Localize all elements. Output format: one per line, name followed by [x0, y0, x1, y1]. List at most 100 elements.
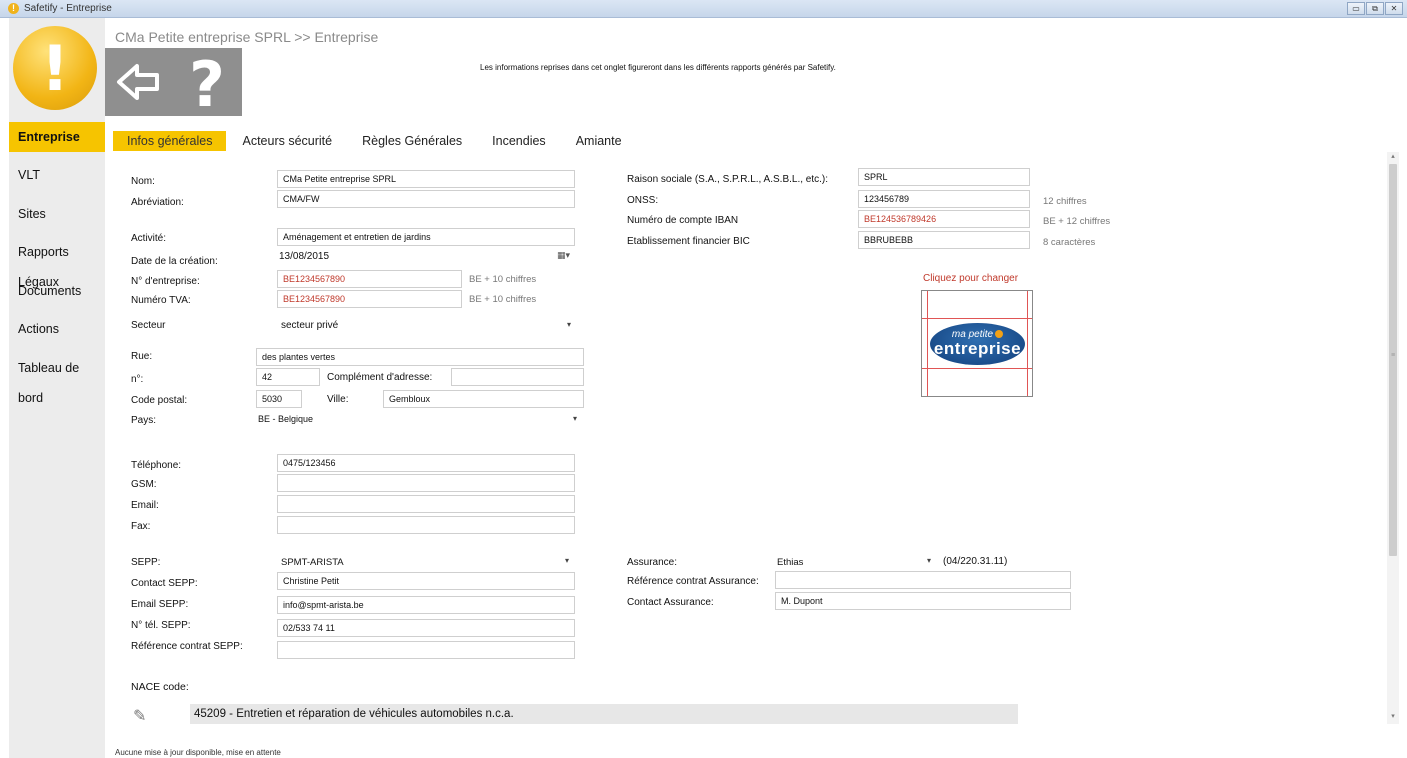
nom-label: Nom: [131, 176, 155, 187]
safetify-logo: ! [13, 26, 97, 110]
scroll-down-icon[interactable]: ▾ [1387, 712, 1399, 720]
activite-field[interactable]: Aménagement et entretien de jardins [277, 228, 575, 246]
num-tva-field[interactable]: BE1234567890 [277, 290, 462, 308]
onss-field[interactable]: 123456789 [858, 190, 1030, 208]
logo-text-line2: entreprise [933, 339, 1022, 358]
restore-button[interactable]: ⧉ [1366, 2, 1384, 15]
infos-generales-form: Nom: CMa Petite entreprise SPRL Abréviat… [105, 152, 1385, 748]
tab-incendies[interactable]: Incendies [478, 131, 560, 151]
iban-label: Numéro de compte IBAN [627, 215, 739, 226]
sidebar-item-actions[interactable]: Actions [9, 314, 105, 353]
ref-sepp-field[interactable] [277, 641, 575, 659]
window-title: Safetify - Entreprise [24, 3, 112, 14]
scrollbar-grip-icon: ≡ [1390, 352, 1396, 359]
tel-sepp-field[interactable]: 02/533 74 11 [277, 619, 575, 637]
change-logo-link[interactable]: Cliquez pour changer [923, 273, 1018, 284]
numero-field[interactable]: 42 [256, 368, 320, 386]
num-entreprise-hint: BE + 10 chiffres [469, 274, 537, 285]
complement-label: Complément d'adresse: [327, 372, 433, 383]
sidebar-item-sites[interactable]: Sites [9, 199, 105, 238]
bic-field[interactable]: BBRUBEBB [858, 231, 1030, 249]
crop-guide-line [922, 368, 1032, 369]
contact-sepp-label: Contact SEPP: [131, 578, 198, 589]
crop-guide-line [1027, 291, 1028, 396]
email-sepp-field[interactable]: info@spmt-arista.be [277, 596, 575, 614]
assurance-dropdown-icon[interactable]: ▾ [927, 556, 931, 565]
svg-text:?: ? [189, 48, 225, 116]
secteur-dropdown-icon[interactable]: ▾ [567, 320, 571, 329]
iban-field[interactable]: BE124536789426 [858, 210, 1030, 228]
telephone-label: Téléphone: [131, 460, 182, 471]
back-arrow-icon [117, 64, 159, 100]
bic-label: Etablissement financier BIC [627, 236, 750, 247]
abreviation-label: Abréviation: [131, 197, 184, 208]
onss-hint: 12 chiffres [1043, 196, 1087, 207]
email-label: Email: [131, 500, 159, 511]
close-button[interactable]: ✕ [1385, 2, 1403, 15]
code-postal-field[interactable]: 5030 [256, 390, 302, 408]
sidebar-nav: Entreprise VLT Sites Rapports Légaux Doc… [9, 122, 105, 405]
email-sepp-label: Email SEPP: [131, 599, 189, 610]
sidebar-item-entreprise[interactable]: Entreprise [9, 122, 105, 152]
ref-assurance-field[interactable] [775, 571, 1071, 589]
calendar-icon[interactable]: ▦▾ [557, 250, 570, 261]
sepp-select[interactable]: SPMT-ARISTA [281, 557, 344, 568]
help-question-icon: ? [189, 48, 225, 116]
back-button[interactable] [105, 48, 175, 116]
sepp-label: SEPP: [131, 557, 161, 568]
logo-image: ma petite entreprise [930, 323, 1025, 365]
pays-select[interactable]: BE - Belgique [258, 414, 313, 424]
scrollbar-thumb[interactable] [1389, 164, 1397, 556]
assurance-label: Assurance: [627, 557, 678, 568]
code-postal-label: Code postal: [131, 395, 188, 406]
sidebar-item-vlt[interactable]: VLT [9, 160, 105, 199]
rue-field[interactable]: des plantes vertes [256, 348, 584, 366]
vertical-scrollbar[interactable]: ▴ ≡ ▾ [1387, 152, 1399, 724]
contact-sepp-field[interactable]: Christine Petit [277, 572, 575, 590]
num-entreprise-label: N° d'entreprise: [131, 276, 200, 287]
tab-amiante[interactable]: Amiante [562, 131, 636, 151]
minimize-button[interactable]: ▭ [1347, 2, 1365, 15]
ville-field[interactable]: Gembloux [383, 390, 584, 408]
contact-assurance-field[interactable]: M. Dupont [775, 592, 1071, 610]
nace-code-value[interactable]: 45209 - Entretien et réparation de véhic… [190, 704, 1018, 724]
telephone-field[interactable]: 0475/123456 [277, 454, 575, 472]
nace-label: NACE code: [131, 681, 189, 693]
status-bar: Aucune mise à jour disponible, mise en a… [115, 748, 281, 757]
ville-label: Ville: [327, 394, 349, 405]
sidebar-item-tableau-de-bord[interactable]: Tableau de bord [9, 353, 105, 405]
raison-sociale-field[interactable]: SPRL [858, 168, 1030, 186]
edit-pencil-icon[interactable]: ✎ [133, 706, 146, 726]
assurance-select[interactable]: Ethias [777, 557, 803, 568]
raison-sociale-label: Raison sociale (S.A., S.P.R.L., A.S.B.L.… [627, 174, 829, 185]
tab-regles-generales[interactable]: Règles Générales [348, 131, 476, 151]
abreviation-field[interactable]: CMA/FW [277, 190, 575, 208]
onss-label: ONSS: [627, 195, 659, 206]
ref-sepp-label: Référence contrat SEPP: [131, 641, 243, 652]
gsm-field[interactable] [277, 474, 575, 492]
date-creation-field[interactable]: 13/08/2015 [279, 251, 329, 262]
pays-dropdown-icon[interactable]: ▾ [573, 414, 577, 423]
tab-acteurs-securite[interactable]: Acteurs sécurité [228, 131, 346, 151]
help-button[interactable]: ? [172, 48, 242, 116]
secteur-select[interactable]: secteur privé [281, 320, 338, 331]
nom-field[interactable]: CMa Petite entreprise SPRL [277, 170, 575, 188]
complement-field[interactable] [451, 368, 584, 386]
crop-guide-line [927, 291, 928, 396]
rue-label: Rue: [131, 351, 153, 362]
fax-field[interactable] [277, 516, 575, 534]
num-entreprise-field[interactable]: BE1234567890 [277, 270, 462, 288]
tab-infos-generales[interactable]: Infos générales [113, 131, 227, 151]
sidebar-item-documents[interactable]: Documents [9, 276, 105, 315]
breadcrumb: CMa Petite entreprise SPRL >> Entreprise [115, 29, 379, 45]
fax-label: Fax: [131, 521, 151, 532]
tab-bar: Infos générales Acteurs sécurité Règles … [113, 131, 638, 151]
contact-assurance-label: Contact Assurance: [627, 597, 714, 608]
company-logo[interactable]: ma petite entreprise [921, 290, 1033, 397]
email-field[interactable] [277, 495, 575, 513]
sepp-dropdown-icon[interactable]: ▾ [565, 556, 569, 565]
assurance-phone: (04/220.31.11) [943, 556, 1008, 567]
info-text: Les informations reprises dans cet ongle… [480, 63, 836, 72]
sidebar-item-rapports-legaux[interactable]: Rapports Légaux [9, 237, 105, 289]
scroll-up-icon[interactable]: ▴ [1387, 152, 1399, 160]
